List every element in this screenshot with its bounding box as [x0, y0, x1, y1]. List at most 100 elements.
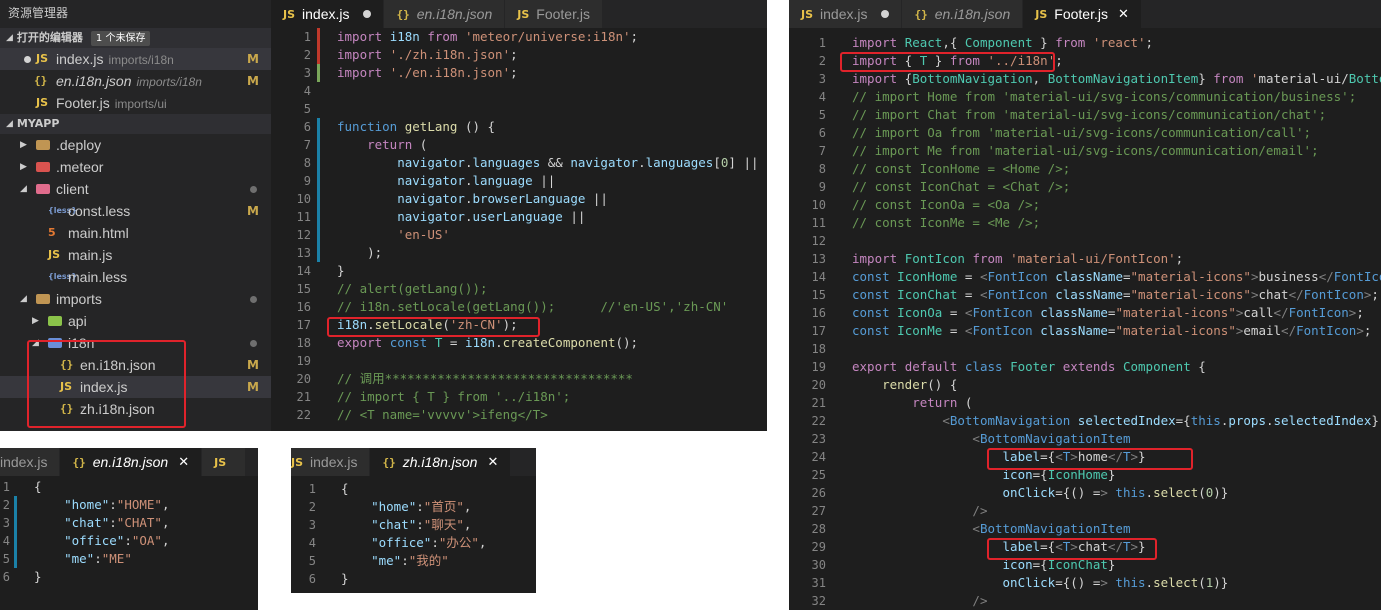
editor-tabbar: JS index.js {} en.i18n.json JS Footer.js	[271, 0, 767, 28]
code-text: // const IconMe = <Me />;	[852, 215, 1041, 230]
tree-folder-deploy[interactable]: ▶ .deploy	[0, 134, 271, 156]
line-number: 5	[303, 102, 311, 116]
editor-footer-js: JS index.js {} en.i18n.json JS Footer.js…	[789, 0, 1381, 610]
code-line: 15 const IconChat = <FontIcon className="…	[789, 286, 1381, 304]
code-line: 9 navigator.language ||	[271, 172, 767, 190]
tree-folder-api[interactable]: ▶ api	[0, 310, 271, 332]
git-change-marker	[317, 244, 320, 262]
line-number: 1	[2, 480, 10, 494]
git-status: M	[247, 74, 259, 88]
tab-footer-js[interactable]: JS	[202, 448, 247, 476]
code-text: );	[337, 245, 383, 260]
git-change-marker	[317, 190, 320, 208]
editor-tabbar: JS index.js {} en.i18n.json JS Footer.js…	[789, 0, 1381, 28]
unsaved-dot-icon[interactable]	[881, 10, 890, 18]
code-line: 8 navigator.languages && navigator.langu…	[271, 154, 767, 172]
line-number: 3	[818, 72, 826, 86]
code-text: "me":"ME"	[64, 551, 132, 566]
open-editor-item[interactable]: JS Footer.js imports/ui	[0, 92, 271, 114]
tree-item-label: api	[68, 313, 87, 329]
chevron-right-icon: ▶	[20, 140, 27, 150]
code-area[interactable]: 1{2 "home":"首页", 3 "chat":"聊天", 4 "office"…	[291, 480, 536, 593]
code-text: import React,{ Component } from 'react';	[852, 35, 1154, 50]
tab-footer-js[interactable]: JS Footer.js	[505, 0, 603, 28]
code-line: 16 const IconOa = <FontIcon className="ma…	[789, 304, 1381, 322]
code-text: const IconChat = <FontIcon className="ma…	[852, 287, 1379, 302]
chevron-right-icon: ▶	[20, 162, 27, 172]
open-editors-section[interactable]: ◢ 打开的编辑器 1 个未保存	[0, 28, 271, 48]
tree-file-main-html[interactable]: 5 main.html	[0, 222, 271, 244]
code-line: 22 // <T name='vvvvv'>ifeng</T>	[271, 406, 767, 424]
editor-tabbar: JS index.js {} zh.i18n.json ✕	[291, 448, 536, 476]
line-number: 2	[818, 54, 826, 68]
line-number: 15	[811, 288, 826, 302]
line-number: 22	[811, 414, 826, 428]
line-number: 9	[303, 174, 311, 188]
code-text: }	[34, 569, 42, 584]
tab-label: zh.i18n.json	[402, 454, 478, 470]
client-folder-icon	[36, 184, 50, 194]
tab-zh-json[interactable]: {} zh.i18n.json ✕	[370, 448, 512, 476]
code-line: 17 const IconMe = <FontIcon className="ma…	[789, 322, 1381, 340]
code-line: 6}	[291, 570, 536, 588]
code-line: 3 import './en.i18n.json';	[271, 64, 767, 82]
tab-en-json[interactable]: {} en.i18n.json	[384, 0, 506, 28]
tab-footer-js[interactable]: JS Footer.js ✕	[1023, 0, 1142, 28]
code-text: // <T name='vvvvv'>ifeng</T>	[337, 407, 548, 422]
code-text: "home":"首页",	[371, 499, 472, 514]
tab-index-js[interactable]: JS index.js	[789, 0, 903, 28]
line-number: 32	[811, 594, 826, 608]
line-number: 6	[818, 126, 826, 140]
tree-folder-imports[interactable]: ◢ imports	[0, 288, 271, 310]
git-change-marker	[14, 532, 17, 550]
line-number: 17	[296, 318, 311, 332]
open-editor-path: imports/ui	[114, 97, 167, 111]
tree-item-label: main.less	[68, 269, 128, 285]
git-status: M	[247, 204, 259, 218]
code-area[interactable]: 1 import i18n from 'meteor/universe:i18n'…	[271, 28, 767, 431]
tab-index-js[interactable]: index.js	[0, 448, 61, 476]
code-line: 4 // import Home from 'material-ui/svg-ic…	[789, 88, 1381, 106]
chevron-down-icon: ◢	[20, 184, 27, 194]
line-number: 6	[308, 572, 316, 586]
line-number: 8	[818, 162, 826, 176]
tab-en-json[interactable]: {} en.i18n.json	[902, 0, 1024, 28]
code-area[interactable]: 1{2 "home":"HOME", 3 "chat":"CHAT", 4 "off…	[0, 478, 258, 610]
code-text: // import { T } from '../i18n';	[337, 389, 571, 404]
tab-index-js[interactable]: JS index.js	[271, 0, 385, 28]
code-line: 3 import {BottomNavigation, BottomNavigat…	[789, 70, 1381, 88]
line-number: 4	[2, 534, 10, 548]
js-file-icon: JS	[283, 7, 296, 21]
tab-en-json[interactable]: {} en.i18n.json ✕	[60, 448, 203, 476]
line-number: 24	[811, 450, 826, 464]
folder-icon	[36, 140, 50, 150]
tree-file-const-less[interactable]: {less} const.less M	[0, 200, 271, 222]
line-number: 28	[811, 522, 826, 536]
tab-index-js[interactable]: JS index.js	[291, 448, 371, 476]
code-line: 5 "me":"ME"	[0, 550, 258, 568]
code-text: // import Me from 'material-ui/svg-icons…	[852, 143, 1319, 158]
git-change-marker	[317, 208, 320, 226]
tree-file-main-less[interactable]: {less} main.less	[0, 266, 271, 288]
tree-file-main-js[interactable]: JS main.js	[0, 244, 271, 266]
close-icon[interactable]: ✕	[1118, 7, 1129, 22]
close-icon[interactable]: ✕	[487, 455, 498, 470]
git-change-marker	[14, 496, 17, 514]
json-file-icon: {}	[34, 74, 48, 87]
code-area[interactable]: 1 import React,{ Component } from 'react'…	[789, 34, 1381, 610]
git-change-marker	[14, 514, 17, 532]
unsaved-dot-icon[interactable]	[363, 10, 372, 18]
code-line: 9 // const IconChat = <Chat />;	[789, 178, 1381, 196]
open-editor-item[interactable]: {} en.i18n.json imports/i18n M	[0, 70, 271, 92]
tree-folder-client[interactable]: ◢ client	[0, 178, 271, 200]
api-folder-icon	[48, 316, 62, 326]
tree-folder-meteor[interactable]: ▶ .meteor	[0, 156, 271, 178]
git-change-marker	[317, 28, 320, 46]
open-editor-item[interactable]: JS index.js imports/i18n M	[0, 48, 271, 70]
project-section[interactable]: ◢ MYAPP	[0, 114, 271, 134]
unsaved-dot-icon	[24, 56, 31, 63]
close-icon[interactable]: ✕	[178, 455, 189, 470]
line-number: 7	[818, 144, 826, 158]
code-text: <BottomNavigationItem	[972, 521, 1131, 536]
editor-en-json: index.js {} en.i18n.json ✕ JS 1{2 "home"…	[0, 448, 258, 610]
